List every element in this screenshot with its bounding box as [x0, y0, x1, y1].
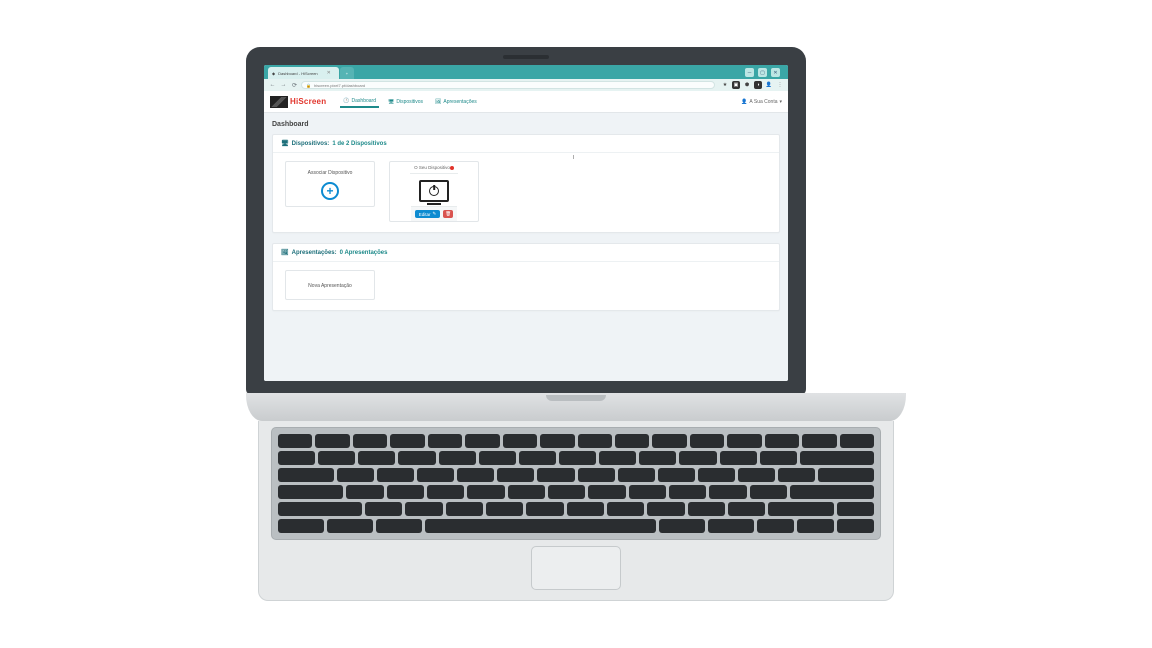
associate-device-card[interactable]: Associar Dispositivo +	[285, 161, 375, 207]
device-card-header: O Seu Dispositivo	[410, 162, 458, 174]
status-offline-icon	[450, 166, 454, 170]
panel-label: Apresentações:	[292, 250, 337, 256]
devices-panel-header: 🖥 Dispositivos: 1 de 2 Dispositivos	[273, 135, 779, 153]
nav-reload-icon[interactable]: ⟳	[290, 81, 299, 90]
url-text: hiscreen.pixel7.pt/dashboard	[314, 83, 365, 88]
new-presentation-label: Nova Apresentação	[308, 283, 352, 289]
extension-icon[interactable]: ⬢	[743, 81, 751, 89]
brand-name: HiScreen	[290, 97, 326, 106]
extension-icons: ★ ▣ ⬢ ◑ 👤 ⋮	[717, 81, 784, 89]
device-name: O Seu Dispositivo	[414, 165, 450, 170]
new-presentation-card[interactable]: Nova Apresentação	[285, 270, 375, 300]
nav-dashboard[interactable]: 🕛 Dashboard	[340, 96, 379, 108]
browser-tabstrip: ◆ Dashboard - HiScreen ✕ + ─ ▢ ✕	[264, 65, 788, 79]
presentation-icon: 🖼	[435, 99, 441, 105]
browser-menu-icon[interactable]: ⋮	[776, 81, 784, 89]
laptop-base	[258, 421, 894, 601]
monitor-bezel: ◆ Dashboard - HiScreen ✕ + ─ ▢ ✕ ← → ⟳ 🔒	[246, 47, 806, 395]
power-icon	[429, 186, 439, 196]
lock-icon: 🔒	[306, 83, 311, 88]
page-title: Dashboard	[272, 121, 780, 128]
devices-panel-body: I Associar Dispositivo + O Seu Dispositi…	[273, 153, 779, 232]
device-delete-button[interactable]: 🗑	[443, 210, 453, 218]
laptop-hinge	[246, 393, 906, 421]
window-controls: ─ ▢ ✕	[745, 68, 784, 79]
window-maximize-button[interactable]: ▢	[758, 68, 767, 77]
account-menu[interactable]: 👤 A Sua Conta ▾	[741, 99, 782, 105]
monitor-power-icon	[419, 180, 449, 202]
address-field[interactable]: 🔒 hiscreen.pixel7.pt/dashboard	[301, 81, 715, 89]
gauge-icon: 🕛	[343, 98, 349, 104]
screen: ◆ Dashboard - HiScreen ✕ + ─ ▢ ✕ ← → ⟳ 🔒	[264, 65, 788, 381]
favicon-icon: ◆	[272, 71, 275, 76]
text-cursor-icon: I	[573, 155, 574, 161]
monitor-icon: 🖥	[281, 140, 289, 147]
device-card-body	[415, 174, 453, 206]
plus-circle-icon: +	[321, 182, 339, 200]
nav-dispositivos[interactable]: 🖥 Dispositivos	[385, 96, 426, 108]
nav-label: Apresentações	[443, 99, 476, 105]
extension-icon[interactable]: ▣	[732, 81, 740, 89]
profile-avatar-icon[interactable]: 👤	[765, 81, 773, 89]
tab-title: Dashboard - HiScreen	[278, 71, 318, 76]
new-tab-button[interactable]: +	[340, 67, 354, 79]
window-minimize-button[interactable]: ─	[745, 68, 754, 77]
edit-icon: ✎	[432, 211, 436, 217]
page-body: Dashboard 🖥 Dispositivos: 1 de 2 Disposi…	[264, 113, 788, 381]
extension-icon[interactable]: ◑	[754, 81, 762, 89]
nav-label: Dispositivos	[396, 99, 423, 105]
window-close-button[interactable]: ✕	[771, 68, 780, 77]
device-edit-button[interactable]: Editar ✎	[415, 210, 441, 218]
laptop-frame: ◆ Dashboard - HiScreen ✕ + ─ ▢ ✕ ← → ⟳ 🔒	[246, 47, 906, 601]
presentation-icon: 🖼	[281, 249, 289, 256]
app-navbar: HiScreen 🕛 Dashboard 🖥 Dispositivos 🖼 Ap…	[264, 91, 788, 113]
brand-logo[interactable]: HiScreen	[270, 96, 326, 108]
trash-icon: 🗑	[445, 211, 451, 217]
presentations-panel-header: 🖼 Apresentações: 0 Apresentações	[273, 244, 779, 262]
browser-addrbar: ← → ⟳ 🔒 hiscreen.pixel7.pt/dashboard ★ ▣…	[264, 79, 788, 91]
camera-notch	[503, 55, 549, 59]
trackpad[interactable]	[531, 546, 621, 590]
close-tab-icon[interactable]: ✕	[327, 70, 331, 76]
device-card: O Seu Dispositivo Editar	[389, 161, 479, 222]
presentations-panel-body: Nova Apresentação	[273, 262, 779, 310]
nav-label: Dashboard	[352, 98, 376, 104]
device-card-footer: Editar ✎ 🗑	[411, 206, 458, 221]
logo-mark-icon	[270, 96, 288, 108]
nav-apresentacoes[interactable]: 🖼 Apresentações	[432, 96, 480, 108]
devices-panel: 🖥 Dispositivos: 1 de 2 Dispositivos I As…	[272, 134, 780, 233]
nav-back-icon[interactable]: ←	[268, 81, 277, 90]
extension-icon[interactable]: ★	[721, 81, 729, 89]
panel-label: Dispositivos:	[292, 141, 330, 147]
monitor-icon: 🖥	[388, 99, 394, 105]
keyboard	[271, 427, 881, 540]
associate-device-label: Associar Dispositivo	[308, 170, 353, 176]
panel-count: 1 de 2 Dispositivos	[332, 141, 386, 147]
nav-forward-icon[interactable]: →	[279, 81, 288, 90]
nav-links: 🕛 Dashboard 🖥 Dispositivos 🖼 Apresentaçõ…	[340, 96, 479, 108]
chevron-down-icon: ▾	[779, 99, 782, 105]
account-label: A Sua Conta	[749, 99, 777, 105]
button-label: Editar	[419, 212, 431, 217]
panel-count: 0 Apresentações	[340, 250, 388, 256]
presentations-panel: 🖼 Apresentações: 0 Apresentações Nova Ap…	[272, 243, 780, 311]
browser-tab-active[interactable]: ◆ Dashboard - HiScreen ✕	[268, 67, 339, 79]
user-icon: 👤	[741, 99, 747, 105]
